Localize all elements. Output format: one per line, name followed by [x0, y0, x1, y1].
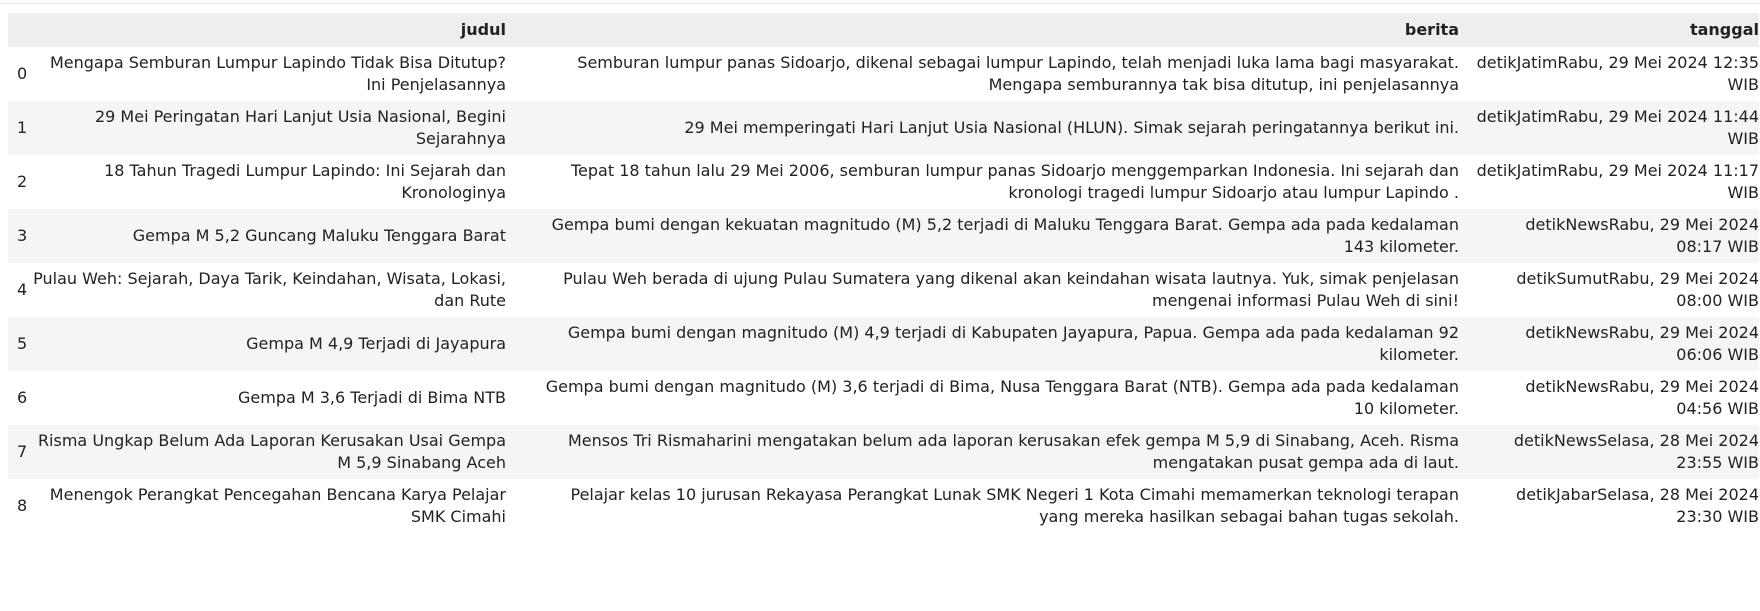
judul-cell: Risma Ungkap Belum Ada Laporan Kerusakan…: [37, 431, 506, 472]
berita-cell: 29 Mei memperingati Hari Lanjut Usia Nas…: [684, 118, 1459, 137]
judul-cell: Gempa M 5,2 Guncang Maluku Tenggara Bara…: [132, 226, 506, 245]
tanggal-cell: detikNewsRabu, 29 Mei 2024 06:06 WIB: [1525, 323, 1759, 364]
table-row: 7 Risma Ungkap Belum Ada Laporan Kerusak…: [8, 425, 1759, 479]
tanggal-cell: detikSumutRabu, 29 Mei 2024 08:00 WIB: [1516, 269, 1759, 310]
berita-cell: Gempa bumi dengan kekuatan magnitudo (M)…: [551, 215, 1459, 256]
row-index: 7: [17, 442, 28, 461]
tanggal-cell: detikNewsSelasa, 28 Mei 2024 23:55 WIB: [1513, 431, 1759, 472]
berita-column-header: berita: [1404, 20, 1459, 39]
berita-cell: Pulau Weh berada di ujung Pulau Sumatera…: [563, 269, 1459, 310]
row-index: 8: [17, 496, 28, 515]
judul-cell: Mengapa Semburan Lumpur Lapindo Tidak Bi…: [49, 53, 506, 94]
tanggal-column-header: tanggal: [1689, 20, 1759, 39]
row-index: 0: [17, 64, 28, 83]
table-row: 1 29 Mei Peringatan Hari Lanjut Usia Nas…: [8, 101, 1759, 155]
index-column-header: [8, 13, 32, 47]
tanggal-cell: detikJatimRabu, 29 Mei 2024 11:17 WIB: [1476, 161, 1759, 202]
table-row: 0 Mengapa Semburan Lumpur Lapindo Tidak …: [8, 47, 1759, 101]
table-header: judul berita tanggal: [8, 13, 1759, 47]
berita-cell: Mensos Tri Rismaharini mengatakan belum …: [567, 431, 1459, 472]
berita-cell: Semburan lumpur panas Sidoarjo, dikenal …: [577, 53, 1459, 94]
table-row: 6 Gempa M 3,6 Terjadi di Bima NTB Gempa …: [8, 371, 1759, 425]
output-top-divider: [0, 3, 1760, 4]
berita-cell: Pelajar kelas 10 jurusan Rekayasa Perang…: [570, 485, 1460, 526]
tanggal-cell: detikNewsRabu, 29 Mei 2024 08:17 WIB: [1525, 215, 1759, 256]
table-row: 8 Menengok Perangkat Pencegahan Bencana …: [8, 479, 1759, 533]
row-index: 5: [17, 334, 28, 353]
dataframe-table: judul berita tanggal 0 Mengapa Semburan …: [8, 13, 1759, 533]
judul-cell: 29 Mei Peringatan Hari Lanjut Usia Nasio…: [94, 107, 506, 148]
tanggal-cell: detikJabarSelasa, 28 Mei 2024 23:30 WIB: [1516, 485, 1759, 526]
row-index: 2: [17, 172, 28, 191]
table-row: 4 Pulau Weh: Sejarah, Daya Tarik, Keinda…: [8, 263, 1759, 317]
row-index: 6: [17, 388, 28, 407]
table-body: 0 Mengapa Semburan Lumpur Lapindo Tidak …: [8, 47, 1759, 533]
judul-cell: 18 Tahun Tragedi Lumpur Lapindo: Ini Sej…: [104, 161, 506, 202]
tanggal-cell: detikJatimRabu, 29 Mei 2024 12:35 WIB: [1476, 53, 1759, 94]
judul-cell: Gempa M 3,6 Terjadi di Bima NTB: [237, 388, 506, 407]
table-row: 3 Gempa M 5,2 Guncang Maluku Tenggara Ba…: [8, 209, 1759, 263]
berita-cell: Tepat 18 tahun lalu 29 Mei 2006, sembura…: [570, 161, 1459, 202]
tanggal-cell: detikJatimRabu, 29 Mei 2024 11:44 WIB: [1476, 107, 1759, 148]
judul-cell: Gempa M 4,9 Terjadi di Jayapura: [246, 334, 506, 353]
judul-cell: Menengok Perangkat Pencegahan Bencana Ka…: [49, 485, 506, 526]
row-index: 1: [17, 118, 28, 137]
berita-cell: Gempa bumi dengan magnitudo (M) 4,9 terj…: [567, 323, 1459, 364]
judul-cell: Pulau Weh: Sejarah, Daya Tarik, Keindaha…: [33, 269, 506, 310]
table-row: 5 Gempa M 4,9 Terjadi di Jayapura Gempa …: [8, 317, 1759, 371]
table-row: 2 18 Tahun Tragedi Lumpur Lapindo: Ini S…: [8, 155, 1759, 209]
row-index: 3: [17, 226, 28, 245]
judul-column-header: judul: [460, 20, 506, 39]
tanggal-cell: detikNewsRabu, 29 Mei 2024 04:56 WIB: [1525, 377, 1759, 418]
row-index: 4: [17, 280, 28, 299]
berita-cell: Gempa bumi dengan magnitudo (M) 3,6 terj…: [545, 377, 1459, 418]
header-row: judul berita tanggal: [8, 13, 1759, 47]
